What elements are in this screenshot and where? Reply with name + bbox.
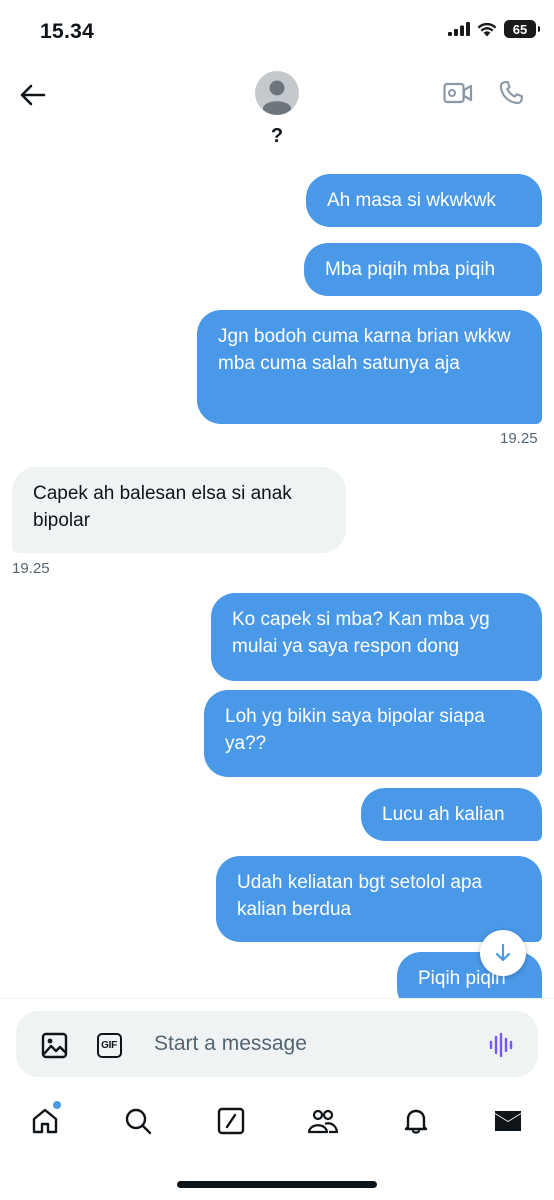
voice-waveform-icon	[489, 1032, 513, 1058]
tab-home[interactable]	[28, 1104, 62, 1138]
message-timestamp: 19.25	[12, 560, 50, 577]
arrow-down-icon	[495, 943, 511, 962]
home-indicator[interactable]	[177, 1181, 377, 1188]
add-media-button[interactable]	[40, 1031, 68, 1059]
message-timestamp: 19.25	[500, 430, 538, 447]
tab-communities[interactable]	[306, 1104, 340, 1138]
arrow-left-icon	[20, 84, 46, 106]
gif-icon: GIF	[96, 1032, 122, 1058]
video-call-button[interactable]	[441, 78, 475, 108]
phone-icon	[499, 80, 524, 105]
home-icon	[32, 1108, 58, 1134]
video-camera-icon	[443, 82, 473, 104]
grok-icon	[217, 1107, 245, 1135]
communities-icon	[307, 1109, 339, 1134]
tab-search[interactable]	[121, 1104, 155, 1138]
scroll-to-bottom-button[interactable]	[480, 930, 526, 976]
status-bar: 15.34 65	[0, 0, 554, 66]
home-notification-dot	[53, 1101, 61, 1109]
message-input[interactable]	[154, 1028, 464, 1060]
message-bubble-received[interactable]: Capek ah balesan elsa si anak bipolar	[12, 467, 346, 553]
status-icons: 65	[448, 20, 540, 38]
messages-icon	[495, 1111, 521, 1131]
image-icon	[41, 1032, 67, 1058]
message-bubble-sent[interactable]: Ko capek si mba? Kan mba yg mulai ya say…	[211, 593, 542, 681]
add-gif-button[interactable]: GIF	[95, 1031, 123, 1059]
voice-message-button[interactable]	[486, 1030, 516, 1060]
contact-name[interactable]: ?	[0, 125, 554, 148]
voice-call-button[interactable]	[495, 77, 527, 109]
message-composer: GIF	[16, 1011, 538, 1077]
battery-indicator: 65	[504, 20, 540, 38]
tab-grok[interactable]	[214, 1104, 248, 1138]
wifi-icon	[477, 22, 497, 36]
search-icon	[125, 1108, 152, 1135]
status-time: 15.34	[40, 20, 95, 43]
message-bubble-sent[interactable]: Ah masa si wkwkwk	[306, 174, 542, 227]
signal-icon	[448, 22, 470, 36]
conversation-header: ?	[0, 66, 554, 190]
message-bubble-sent[interactable]: Udah keliatan bgt setolol apa kalian ber…	[216, 856, 542, 942]
message-bubble-sent[interactable]: Mba piqih mba piqih	[304, 243, 542, 296]
tab-messages[interactable]	[491, 1104, 525, 1138]
default-avatar-icon	[263, 80, 291, 115]
back-button[interactable]	[16, 78, 50, 112]
message-bubble-sent[interactable]: Lucu ah kalian	[361, 788, 542, 841]
avatar[interactable]	[255, 71, 299, 115]
message-bubble-sent[interactable]: Loh yg bikin saya bipolar siapa ya??	[204, 690, 542, 777]
message-bubble-sent[interactable]: Jgn bodoh cuma karna brian wkkw mba cuma…	[197, 310, 542, 424]
notifications-icon	[404, 1109, 428, 1134]
tab-notifications[interactable]	[399, 1104, 433, 1138]
composer-area: GIF	[0, 998, 554, 1084]
